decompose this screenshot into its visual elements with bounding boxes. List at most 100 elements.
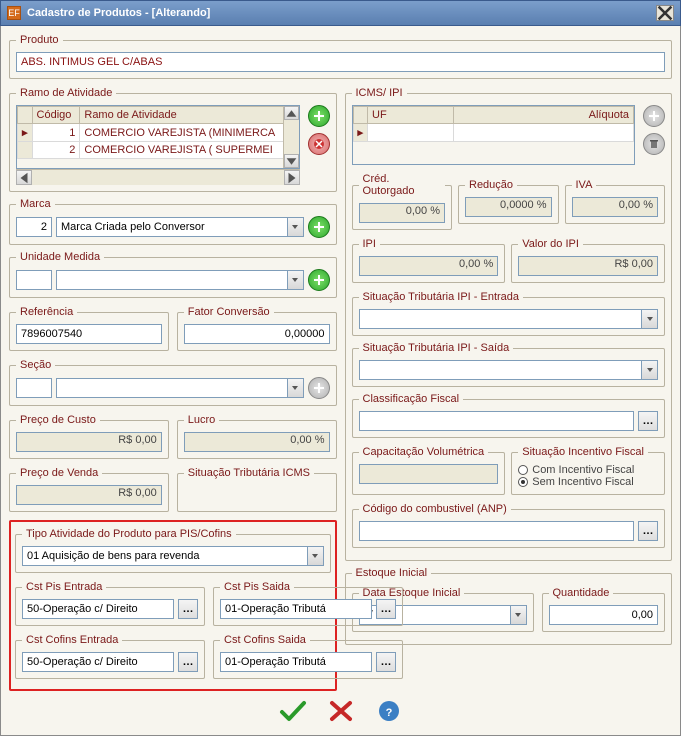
cred-outorgado-value: 0,00 % bbox=[359, 203, 446, 223]
scroll-right[interactable] bbox=[284, 170, 300, 185]
icms-add-button[interactable] bbox=[643, 105, 665, 127]
chevron-down-icon[interactable] bbox=[510, 606, 526, 624]
iva-legend: IVA bbox=[572, 179, 597, 191]
cancel-button[interactable] bbox=[326, 697, 356, 725]
sit-ipi-entrada-legend: Situação Tributária IPI - Entrada bbox=[359, 291, 524, 303]
cod-combustivel-input[interactable] bbox=[359, 521, 635, 541]
ramo-delete-button[interactable] bbox=[308, 133, 330, 155]
table-row[interactable]: ▸ 1 COMERCIO VAREJISTA (MINIMERCA bbox=[18, 124, 299, 142]
sit-ipi-saida-group: Situação Tributária IPI - Saída bbox=[352, 342, 666, 387]
marca-code-input[interactable] bbox=[16, 217, 52, 237]
tipo-atividade-combo[interactable] bbox=[22, 546, 324, 566]
pis-entrada-legend: Cst Pis Entrada bbox=[22, 581, 106, 593]
cred-outorgado-legend: Créd. Outorgado bbox=[359, 173, 446, 197]
window-title: Cadastro de Produtos - [Alterando] bbox=[27, 7, 210, 19]
chevron-down-icon[interactable] bbox=[641, 361, 657, 379]
icms-delete-button[interactable] bbox=[643, 133, 665, 155]
preco-venda-value: R$ 0,00 bbox=[16, 485, 162, 505]
cofins-entrada-legend: Cst Cofins Entrada bbox=[22, 634, 122, 646]
dialog-actions: ? bbox=[9, 691, 672, 727]
pis-saida-lookup-button[interactable]: … bbox=[376, 599, 396, 619]
fator-group: Fator Conversão bbox=[177, 306, 337, 351]
fator-input[interactable] bbox=[184, 324, 330, 344]
scroll-left[interactable] bbox=[16, 170, 32, 185]
pis-saida-legend: Cst Pis Saida bbox=[220, 581, 294, 593]
table-row[interactable]: 2 COMERCIO VAREJISTA ( SUPERMEI bbox=[18, 142, 299, 159]
sit-ipi-entrada-combo[interactable] bbox=[359, 309, 659, 329]
marca-combo[interactable] bbox=[56, 217, 304, 237]
cod-combustivel-lookup-button[interactable]: … bbox=[638, 521, 658, 541]
marca-legend: Marca bbox=[16, 198, 55, 210]
cofins-saida-lookup-button[interactable]: … bbox=[376, 652, 396, 672]
cofins-saida-input[interactable] bbox=[220, 652, 372, 672]
class-fiscal-group: Classificação Fiscal … bbox=[352, 393, 666, 438]
lucro-group: Lucro 0,00 % bbox=[177, 414, 337, 459]
incentivo-com-radio[interactable]: Com Incentivo Fiscal bbox=[518, 464, 658, 476]
incentivo-sem-radio[interactable]: Sem Incentivo Fiscal bbox=[518, 476, 658, 488]
produto-group: Produto bbox=[9, 34, 672, 79]
quantidade-input[interactable] bbox=[549, 605, 659, 625]
sit-ipi-entrada-group: Situação Tributária IPI - Entrada bbox=[352, 291, 666, 336]
sit-icms-legend: Situação Tributária ICMS bbox=[184, 467, 314, 479]
scroll-down[interactable] bbox=[284, 154, 299, 168]
incentivo-group: Situação Incentivo Fiscal Com Incentivo … bbox=[511, 446, 665, 495]
cap-vol-legend: Capacitação Volumétrica bbox=[359, 446, 489, 458]
preco-custo-value: R$ 0,00 bbox=[16, 432, 162, 452]
secao-code-input[interactable] bbox=[16, 378, 52, 398]
iva-value: 0,00 % bbox=[572, 197, 659, 217]
pis-saida-group: Cst Pis Saida … bbox=[213, 581, 403, 626]
tipo-atividade-legend: Tipo Atividade do Produto para PIS/Cofin… bbox=[22, 528, 236, 540]
unidade-add-button[interactable] bbox=[308, 269, 330, 291]
cap-vol-value bbox=[359, 464, 499, 484]
referencia-input[interactable] bbox=[16, 324, 162, 344]
scroll-up[interactable] bbox=[284, 106, 299, 120]
ramo-add-button[interactable] bbox=[308, 105, 330, 127]
preco-custo-legend: Preço de Custo bbox=[16, 414, 100, 426]
window-content: Produto Ramo de Atividade Código Ramo de… bbox=[0, 26, 681, 736]
cofins-entrada-lookup-button[interactable]: … bbox=[178, 652, 198, 672]
chevron-down-icon[interactable] bbox=[307, 547, 323, 565]
unidade-legend: Unidade Medida bbox=[16, 251, 104, 263]
chevron-down-icon[interactable] bbox=[641, 310, 657, 328]
class-fiscal-legend: Classificação Fiscal bbox=[359, 393, 464, 405]
produto-input[interactable] bbox=[16, 52, 665, 72]
help-button[interactable]: ? bbox=[374, 697, 404, 725]
secao-combo[interactable] bbox=[56, 378, 304, 398]
ipi-value: 0,00 % bbox=[359, 256, 499, 276]
chevron-down-icon[interactable] bbox=[287, 271, 303, 289]
pis-saida-input[interactable] bbox=[220, 599, 372, 619]
class-fiscal-lookup-button[interactable]: … bbox=[638, 411, 658, 431]
table-row[interactable]: ▸ bbox=[353, 124, 634, 142]
cofins-entrada-input[interactable] bbox=[22, 652, 174, 672]
sit-ipi-saida-combo[interactable] bbox=[359, 360, 659, 380]
marca-add-button[interactable] bbox=[308, 216, 330, 238]
estoque-legend: Estoque Inicial bbox=[352, 567, 432, 579]
chevron-down-icon[interactable] bbox=[287, 379, 303, 397]
valor-ipi-legend: Valor do IPI bbox=[518, 238, 583, 250]
icms-grid[interactable]: UF Alíquota ▸ bbox=[352, 105, 636, 165]
secao-add-button[interactable] bbox=[308, 377, 330, 399]
lucro-value: 0,00 % bbox=[184, 432, 330, 452]
cap-vol-group: Capacitação Volumétrica bbox=[352, 446, 506, 495]
class-fiscal-input[interactable] bbox=[359, 411, 635, 431]
reducao-value: 0,0000 % bbox=[465, 197, 552, 217]
quantidade-legend: Quantidade bbox=[549, 587, 614, 599]
confirm-button[interactable] bbox=[278, 697, 308, 725]
unidade-code-input[interactable] bbox=[16, 270, 52, 290]
preco-venda-group: Preço de Venda R$ 0,00 bbox=[9, 467, 169, 512]
ramo-grid[interactable]: Código Ramo de Atividade ▸ 1 COMERCIO VA… bbox=[16, 105, 300, 169]
reducao-group: Redução 0,0000 % bbox=[458, 179, 559, 224]
pis-entrada-input[interactable] bbox=[22, 599, 174, 619]
pis-entrada-lookup-button[interactable]: … bbox=[178, 599, 198, 619]
ramo-col-codigo: Código bbox=[32, 107, 80, 124]
sit-icms-group: Situação Tributária ICMS bbox=[177, 467, 337, 512]
unidade-combo[interactable] bbox=[56, 270, 304, 290]
close-button[interactable] bbox=[656, 5, 674, 21]
svg-text:?: ? bbox=[385, 707, 392, 719]
secao-group: Seção bbox=[9, 359, 337, 406]
piscofins-highlight: Tipo Atividade do Produto para PIS/Cofin… bbox=[9, 520, 337, 691]
cred-outorgado-group: Créd. Outorgado 0,00 % bbox=[352, 173, 453, 230]
cofins-saida-legend: Cst Cofins Saida bbox=[220, 634, 310, 646]
lucro-legend: Lucro bbox=[184, 414, 220, 426]
chevron-down-icon[interactable] bbox=[287, 218, 303, 236]
